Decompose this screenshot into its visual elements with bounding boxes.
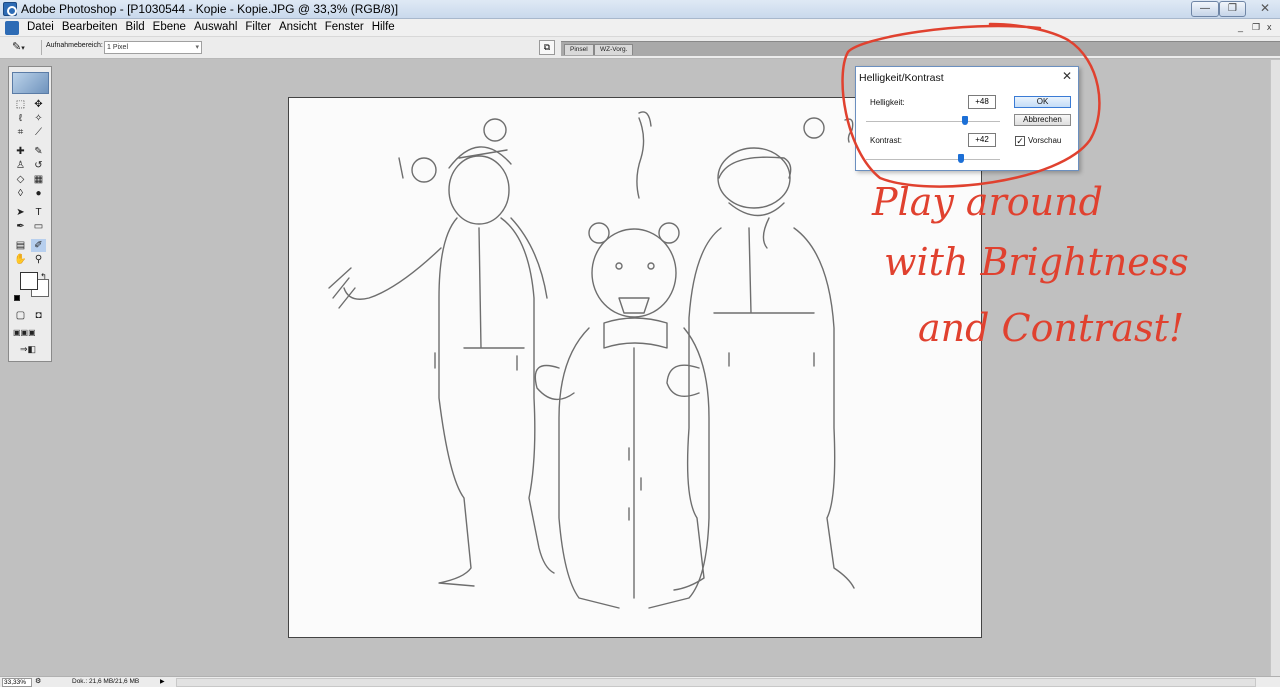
tools-palette: ⬚ ✥ ℓ ✧ ⌗ ⟋ ✚ ✎ ♙ ↺ ◇ ▦ ◊ ● ➤ T ✒ ▭ ▤ ✐ … <box>8 66 52 362</box>
pen-tool-icon[interactable]: ✒ <box>13 220 28 233</box>
default-colors-icon[interactable] <box>14 295 20 301</box>
options-bar: ✎▾ Aufnahmebereich: 1 Pixel ▾ ⧉ Pinsel W… <box>0 37 1280 59</box>
clone-stamp-tool-icon[interactable]: ♙ <box>13 159 28 172</box>
document-minimize-button[interactable]: _ <box>1238 22 1243 32</box>
zoom-level-field[interactable]: 33,33% <box>2 678 32 687</box>
tab-wz-vorg[interactable]: WZ-Vorg. <box>594 44 634 55</box>
menu-bearbeiten[interactable]: Bearbeiten <box>58 21 122 33</box>
contrast-input[interactable]: +42 <box>968 133 996 147</box>
preview-label: Vorschau <box>1028 136 1062 145</box>
feather-logo-icon[interactable] <box>12 72 49 94</box>
magic-wand-tool-icon[interactable]: ✧ <box>31 112 46 125</box>
options-divider <box>41 40 42 55</box>
healing-brush-tool-icon[interactable]: ✚ <box>13 145 28 158</box>
document-menu-icon[interactable] <box>5 21 19 35</box>
swap-colors-icon[interactable]: ↰ <box>36 270 51 283</box>
pencil-sketch-image <box>328 111 855 609</box>
contrast-label: Kontrast: <box>870 136 903 145</box>
document-restore-button[interactable]: ❐ <box>1252 22 1260 33</box>
blur-tool-icon[interactable]: ◊ <box>13 187 28 200</box>
cancel-button[interactable]: Abbrechen <box>1014 114 1071 126</box>
menu-ansicht[interactable]: Ansicht <box>275 21 321 33</box>
window-title: Adobe Photoshop - [P1030544 - Kopie - Ko… <box>21 2 399 16</box>
history-brush-tool-icon[interactable]: ↺ <box>31 159 46 172</box>
vertical-scrollbar[interactable] <box>1270 60 1280 676</box>
move-tool-icon[interactable]: ✥ <box>31 98 46 111</box>
title-bar: Adobe Photoshop - [P1030544 - Kopie - Ko… <box>0 0 1280 19</box>
eyedropper-tool-icon[interactable]: ✐ <box>31 239 46 252</box>
contrast-slider-track[interactable] <box>866 159 1000 160</box>
chevron-down-icon: ▾ <box>195 44 199 51</box>
zoom-tool-icon[interactable]: ⚲ <box>31 253 46 266</box>
dialog-title: Helligkeit/Kontrast <box>859 72 944 84</box>
menu-fenster[interactable]: Fenster <box>321 21 368 33</box>
menu-hilfe[interactable]: Hilfe <box>368 21 399 33</box>
preview-checkbox[interactable]: ✓ <box>1015 136 1025 146</box>
photoshop-app-icon <box>3 2 17 16</box>
jump-to-imageready-icon[interactable]: ⇒◧ <box>13 343 43 356</box>
menu-auswahl[interactable]: Auswahl <box>190 21 241 33</box>
ok-button[interactable]: OK <box>1014 96 1071 108</box>
contrast-slider-thumb[interactable] <box>958 154 965 163</box>
chevron-down-icon: ▾ <box>21 45 25 52</box>
hand-tool-icon[interactable]: ✋ <box>13 253 28 266</box>
brightness-input[interactable]: +48 <box>968 95 996 109</box>
dodge-tool-icon[interactable]: ● <box>31 187 46 200</box>
standard-mode-icon[interactable]: ▢ <box>13 309 28 322</box>
crop-tool-icon[interactable]: ⌗ <box>13 126 28 139</box>
slice-tool-icon[interactable]: ⟋ <box>31 126 46 139</box>
shape-tool-icon[interactable]: ▭ <box>31 220 46 233</box>
status-info-icon[interactable]: ⚙ <box>35 678 45 687</box>
horizontal-scrollbar[interactable] <box>176 678 1256 687</box>
gradient-tool-icon[interactable]: ▦ <box>31 173 46 186</box>
close-button[interactable]: ✕ <box>1252 1 1278 17</box>
status-menu-arrow-icon[interactable]: ▶ <box>160 678 172 687</box>
eraser-tool-icon[interactable]: ◇ <box>13 173 28 186</box>
palette-well-toggle-icon[interactable]: ⧉ <box>539 40 555 55</box>
screen-mode-icon[interactable]: ▣▣▣ <box>13 326 36 339</box>
path-selection-tool-icon[interactable]: ➤ <box>13 206 28 219</box>
palette-well: Pinsel WZ-Vorg. <box>561 41 1280 56</box>
lasso-tool-icon[interactable]: ℓ <box>13 112 28 125</box>
menu-filter[interactable]: Filter <box>241 21 275 33</box>
brightness-label: Helligkeit: <box>870 98 905 107</box>
sample-size-label: Aufnahmebereich: <box>46 42 103 49</box>
document-canvas[interactable] <box>288 97 982 638</box>
menu-datei[interactable]: Datei <box>23 21 58 33</box>
notes-tool-icon[interactable]: ▤ <box>13 239 28 252</box>
quick-mask-mode-icon[interactable]: ◘ <box>31 309 46 322</box>
document-size-info: Dok.: 21,6 MB/21,6 MB <box>72 678 140 685</box>
brightness-slider-track[interactable] <box>866 121 1000 122</box>
menu-ebene[interactable]: Ebene <box>149 21 190 33</box>
maximize-button[interactable]: ❐ <box>1219 1 1246 17</box>
brightness-slider-thumb[interactable] <box>962 116 969 125</box>
tab-pinsel[interactable]: Pinsel <box>564 44 594 55</box>
status-bar: 33,33% ⚙ Dok.: 21,6 MB/21,6 MB ▶ <box>0 676 1280 687</box>
menu-items: Datei Bearbeiten Bild Ebene Auswahl Filt… <box>23 21 399 33</box>
dialog-close-icon[interactable]: ✕ <box>1059 69 1075 83</box>
sample-size-select[interactable]: 1 Pixel ▾ <box>104 41 202 54</box>
brightness-contrast-dialog: Helligkeit/Kontrast ✕ Helligkeit: +48 Ko… <box>855 66 1079 171</box>
menu-bar: Datei Bearbeiten Bild Ebene Auswahl Filt… <box>0 19 1280 37</box>
eyedropper-icon: ✎ <box>12 41 22 53</box>
minimize-button[interactable]: — <box>1191 1 1219 17</box>
sample-size-value: 1 Pixel <box>107 44 129 51</box>
type-tool-icon[interactable]: T <box>31 206 46 219</box>
eyedropper-preset-picker[interactable]: ✎▾ <box>12 40 38 55</box>
marquee-tool-icon[interactable]: ⬚ <box>13 98 28 111</box>
menu-bild[interactable]: Bild <box>121 21 148 33</box>
brush-tool-icon[interactable]: ✎ <box>31 145 46 158</box>
document-close-button[interactable]: x <box>1267 22 1272 32</box>
